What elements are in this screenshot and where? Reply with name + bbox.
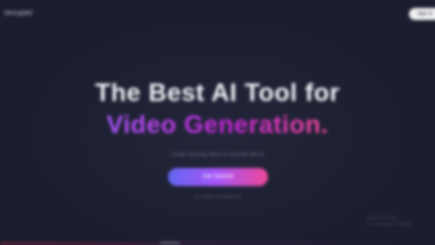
corner-watermark: Activate Windows Go to Settings to activ… [366,215,412,227]
hero-title-line-2: Video Generation. [0,111,435,140]
hero-title-line-1: The Best AI Tool for [95,79,340,107]
brand-logo[interactable]: Vexuplet [4,10,32,17]
corner-watermark-line-2: Go to Settings to activate. [366,221,412,226]
scroll-indicator[interactable] [160,242,180,244]
get-started-button[interactable]: Get Started [168,168,268,186]
hero-subtitle: Create stunning videos in seconds with A… [171,152,264,158]
hero-note: No credit card required [194,194,241,199]
sign-in-button[interactable]: Sign In [409,8,435,20]
hero-gradient-text: Video Generation. [106,111,329,139]
